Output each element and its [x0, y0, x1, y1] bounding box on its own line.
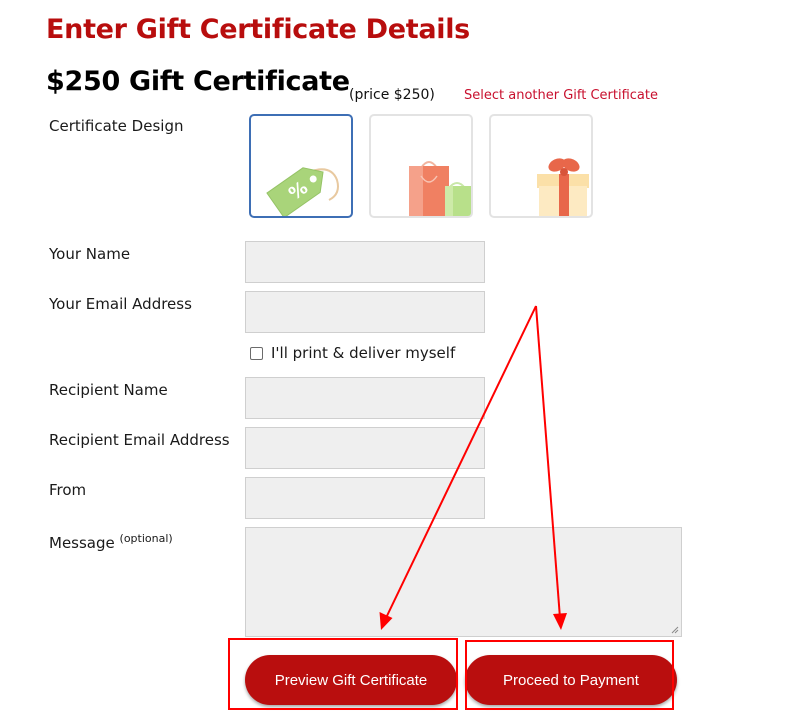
- product-title: $250 Gift Certificate: [46, 66, 350, 97]
- resize-handle-icon[interactable]: [671, 626, 679, 634]
- print-myself-checkbox[interactable]: [250, 346, 263, 360]
- message-label: Message (optional): [49, 532, 173, 552]
- proceed-to-payment-button[interactable]: Proceed to Payment: [465, 655, 677, 705]
- page-heading: Enter Gift Certificate Details: [46, 14, 470, 45]
- your-name-input[interactable]: [245, 241, 485, 283]
- recipient-name-input[interactable]: [245, 377, 485, 419]
- gift-box-icon: [537, 158, 589, 216]
- your-email-input[interactable]: [245, 291, 485, 333]
- design-option-gift[interactable]: [489, 114, 593, 218]
- recipient-email-label: Recipient Email Address: [49, 431, 230, 449]
- shopping-bags-icon: [409, 161, 471, 216]
- recipient-email-input[interactable]: [245, 427, 485, 469]
- design-option-tag[interactable]: %: [249, 114, 353, 218]
- recipient-name-label: Recipient Name: [49, 381, 168, 399]
- price-label: (price $250): [349, 87, 435, 103]
- your-name-label: Your Name: [49, 245, 131, 263]
- price-tag-icon: %: [266, 167, 339, 216]
- your-email-label: Your Email Address: [49, 295, 192, 313]
- preview-certificate-button[interactable]: Preview Gift Certificate: [245, 655, 457, 705]
- certificate-design-label: Certificate Design: [49, 117, 184, 135]
- from-label: From: [49, 481, 87, 499]
- print-myself-option[interactable]: I'll print & deliver myself: [250, 344, 455, 362]
- message-textarea[interactable]: [245, 527, 682, 637]
- select-another-certificate-link[interactable]: Select another Gift Certificate: [464, 88, 658, 103]
- design-option-bags[interactable]: [369, 114, 473, 218]
- from-input[interactable]: [245, 477, 485, 519]
- print-myself-label: I'll print & deliver myself: [271, 344, 456, 362]
- message-label-text: Message: [49, 534, 115, 552]
- optional-note: (optional): [119, 532, 173, 545]
